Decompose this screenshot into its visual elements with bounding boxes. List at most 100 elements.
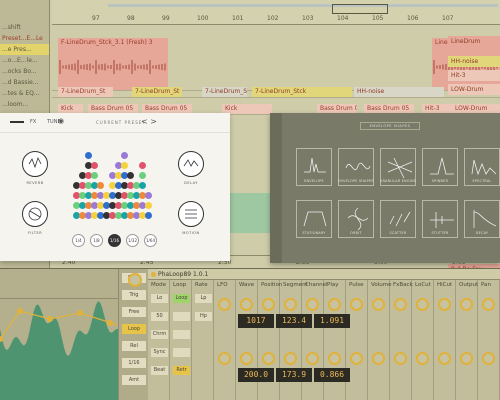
clip[interactable]: F-LineDrum_Stck_3.1 (Fresh) 3	[58, 38, 168, 90]
browser-item[interactable]	[0, 11, 49, 22]
parameter-knob[interactable]	[306, 352, 319, 365]
session-clip[interactable]: HH-noise	[448, 56, 500, 67]
parameter-knob[interactable]	[438, 298, 451, 311]
preset-arrows[interactable]: < >	[141, 117, 157, 126]
parameter-knob[interactable]	[240, 352, 253, 365]
delay-dial[interactable]	[178, 151, 204, 177]
envelope-control[interactable]: Rel	[122, 341, 146, 351]
envelope-knob[interactable]	[128, 273, 142, 287]
clip[interactable]: 7-LineDrum_St	[58, 87, 113, 97]
step-dot[interactable]	[139, 172, 146, 179]
column-button[interactable]	[173, 312, 190, 321]
step-dot[interactable]	[97, 182, 104, 189]
step-dot[interactable]	[121, 162, 128, 169]
step-dot[interactable]	[85, 152, 92, 159]
column-button[interactable]: Chrm	[151, 330, 168, 339]
step-dot[interactable]	[145, 212, 152, 219]
parameter-knob[interactable]	[460, 352, 473, 365]
loop-bar[interactable]	[108, 4, 498, 7]
rate-button[interactable]: 1/16	[108, 234, 121, 247]
rate-button[interactable]: 1/64	[144, 234, 157, 247]
parameter-knob[interactable]	[394, 352, 407, 365]
column-button[interactable]: 50	[151, 312, 168, 321]
lcd-readout[interactable]: 123.4	[276, 314, 312, 328]
step-dot[interactable]	[139, 182, 146, 189]
rate-button[interactable]: 1/4	[72, 234, 85, 247]
step-dot[interactable]	[127, 172, 134, 179]
parameter-knob[interactable]	[482, 298, 495, 311]
column-button[interactable]: Lp	[195, 294, 212, 303]
envelope-control[interactable]: Amt	[122, 375, 146, 385]
clip[interactable]: 7-LineDrum_Stck_3.1 (Freso	[202, 87, 247, 97]
browser-item[interactable]: ...shift	[0, 22, 49, 33]
envelope-control[interactable]: Free	[122, 307, 146, 317]
parameter-knob[interactable]	[262, 352, 275, 365]
device-title-bar[interactable]: PhaLoop89 1.0.1	[148, 269, 500, 280]
column-button[interactable]: Beat	[151, 366, 168, 375]
session-clip[interactable]: Hit-3	[448, 70, 500, 81]
clip[interactable]: 7-LineDrum_Stck	[252, 87, 352, 97]
envelope-display[interactable]	[0, 269, 118, 400]
arrangement-ruler[interactable]: 97 98 99 100 101 102 103 104 105 106 107	[52, 0, 500, 25]
reverb-dial[interactable]	[22, 151, 48, 177]
parameter-knob[interactable]	[328, 298, 341, 311]
clip-green[interactable]	[230, 193, 270, 233]
parameter-knob[interactable]	[416, 352, 429, 365]
step-dot[interactable]	[145, 202, 152, 209]
session-clip[interactable]: LOW-Drum	[448, 84, 500, 95]
column-button[interactable]: Loop	[173, 294, 190, 303]
lcd-readout[interactable]: 200.0	[238, 368, 274, 382]
parameter-knob[interactable]	[438, 352, 451, 365]
lcd-readout[interactable]: 0.866	[314, 368, 350, 382]
shape-selector[interactable]: ENVELOPE SHAPES	[360, 122, 420, 130]
parameter-knob[interactable]	[328, 352, 341, 365]
envelope-graph[interactable]	[0, 299, 118, 400]
rate-button[interactable]: 1/8	[90, 234, 103, 247]
browser-item[interactable]: ...o...E...le...	[0, 55, 49, 66]
parameter-knob[interactable]	[350, 352, 363, 365]
envelope-control[interactable]: Trig	[122, 290, 146, 300]
motion-dial[interactable]	[178, 201, 204, 227]
parameter-knob[interactable]	[394, 298, 407, 311]
column-button[interactable]	[173, 348, 190, 357]
fx-icon[interactable]: FX	[30, 119, 36, 125]
clip[interactable]: HH-noise	[354, 87, 444, 97]
browser-item[interactable]: ...loom...	[0, 99, 49, 110]
session-clip[interactable]: LineDrum	[448, 36, 500, 47]
column-button[interactable]: Retr	[173, 366, 190, 375]
parameter-knob[interactable]	[482, 352, 495, 365]
parameter-knob[interactable]	[218, 352, 231, 365]
parameter-knob[interactable]	[372, 298, 385, 311]
parameter-knob[interactable]	[284, 298, 297, 311]
parameter-knob[interactable]	[218, 298, 231, 311]
device-power-icon[interactable]	[151, 272, 156, 277]
step-dot[interactable]	[139, 162, 146, 169]
envelope-control[interactable]: Loop	[122, 324, 146, 334]
column-button[interactable]	[173, 330, 190, 339]
envelope-control[interactable]: 1/16	[122, 358, 146, 368]
step-dot[interactable]	[91, 162, 98, 169]
browser-item[interactable]: ...tes & EQ...	[0, 88, 49, 99]
parameter-knob[interactable]	[306, 298, 319, 311]
rate-button[interactable]: 1/32	[126, 234, 139, 247]
lcd-readout[interactable]: 1017	[238, 314, 274, 328]
clip[interactable]: 7-LineDrum_St	[132, 87, 182, 97]
column-button[interactable]: Sync	[151, 348, 168, 357]
step-dot[interactable]	[145, 192, 152, 199]
parameter-knob[interactable]	[372, 352, 385, 365]
power-icon[interactable]: ◉	[58, 117, 64, 125]
parameter-knob[interactable]	[416, 298, 429, 311]
column-button[interactable]: Lo	[151, 294, 168, 303]
track-lane-2[interactable]: 7-LineDrum_St 7-LineDrum_St 7-LineDrum_Stc…	[52, 86, 500, 98]
step-dot[interactable]	[121, 152, 128, 159]
lcd-readout[interactable]: 1.091	[314, 314, 350, 328]
parameter-knob[interactable]	[240, 298, 253, 311]
browser-item[interactable]: Preset...E...Le	[0, 33, 49, 44]
parameter-knob[interactable]	[284, 352, 297, 365]
step-dot[interactable]	[91, 172, 98, 179]
parameter-knob[interactable]	[350, 298, 363, 311]
filter-dial[interactable]	[22, 201, 48, 227]
browser-item[interactable]: ...e Pres...	[0, 44, 49, 55]
lcd-readout[interactable]: 173.9	[276, 368, 312, 382]
loop-brace[interactable]	[332, 4, 388, 14]
